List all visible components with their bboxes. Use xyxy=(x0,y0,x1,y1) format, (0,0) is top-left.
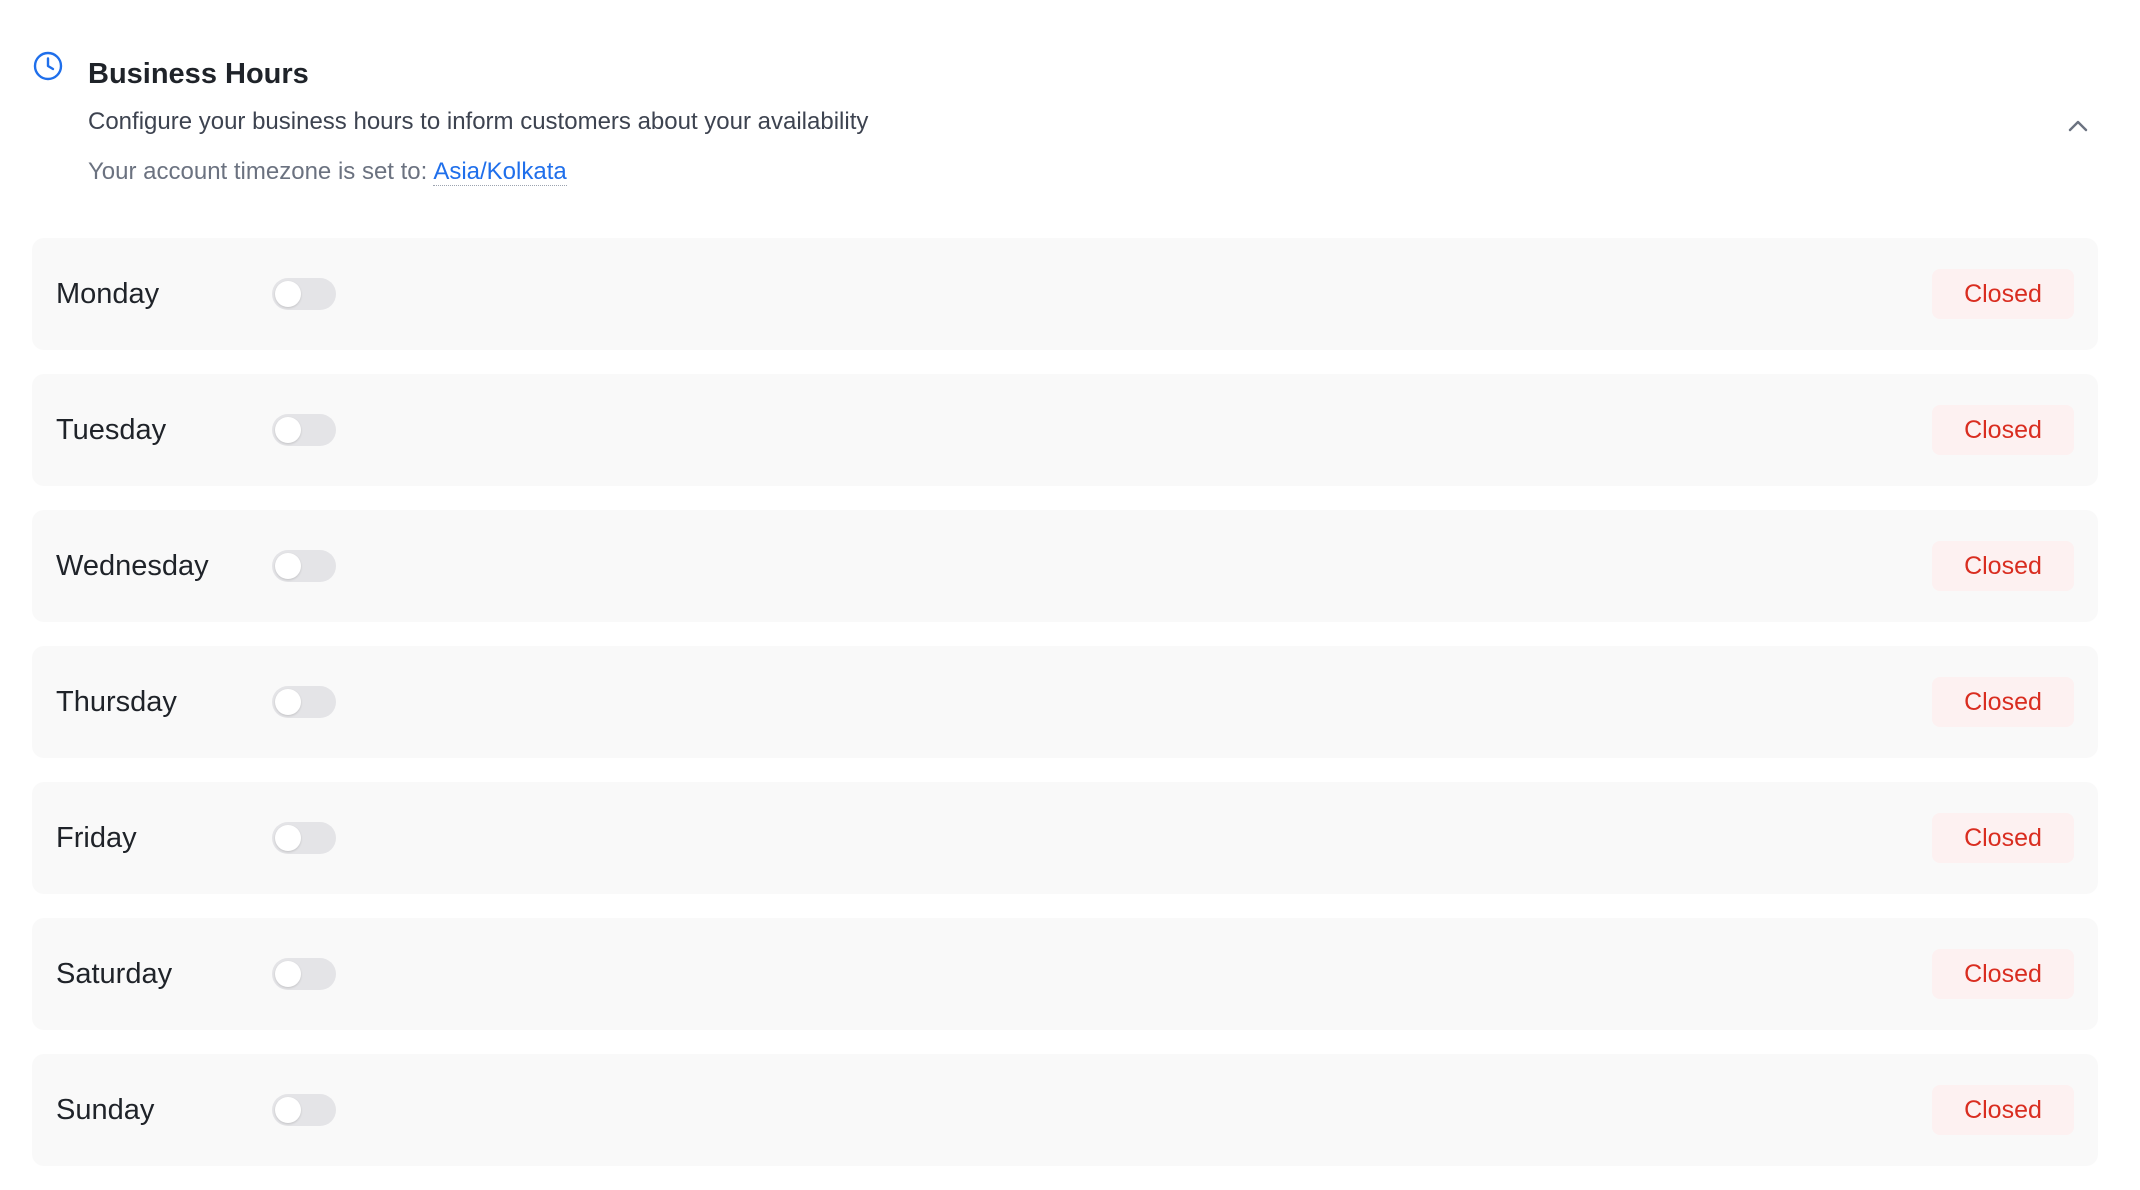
monday-toggle[interactable] xyxy=(272,278,336,310)
status-badge: Closed xyxy=(1932,405,2074,455)
toggle-knob xyxy=(275,553,301,579)
wednesday-toggle[interactable] xyxy=(272,550,336,582)
day-row-tuesday: Tuesday Closed xyxy=(32,374,2098,486)
day-label: Wednesday xyxy=(56,550,209,582)
status-badge: Closed xyxy=(1932,677,2074,727)
status-badge: Closed xyxy=(1932,1085,2074,1135)
day-label: Saturday xyxy=(56,958,173,990)
timezone-link[interactable]: Asia/Kolkata xyxy=(433,158,567,186)
section-title: Business Hours xyxy=(88,58,309,90)
day-row-monday: Monday Closed xyxy=(32,238,2098,350)
timezone-info: Your account timezone is set to: Asia/Kol… xyxy=(88,156,567,188)
day-label: Sunday xyxy=(56,1094,155,1126)
tuesday-toggle[interactable] xyxy=(272,414,336,446)
toggle-knob xyxy=(275,281,301,307)
toggle-knob xyxy=(275,825,301,851)
friday-toggle[interactable] xyxy=(272,822,336,854)
day-row-sunday: Sunday Closed xyxy=(32,1054,2098,1166)
status-badge: Closed xyxy=(1932,949,2074,999)
day-row-thursday: Thursday Closed xyxy=(32,646,2098,758)
toggle-knob xyxy=(275,689,301,715)
chevron-up-icon xyxy=(2065,113,2091,144)
day-row-saturday: Saturday Closed xyxy=(32,918,2098,1030)
day-label: Tuesday xyxy=(56,414,167,446)
sunday-toggle[interactable] xyxy=(272,1094,336,1126)
day-row-friday: Friday Closed xyxy=(32,782,2098,894)
collapse-button[interactable] xyxy=(2058,108,2098,148)
toggle-knob xyxy=(275,417,301,443)
days-list: Monday Closed Tuesday Closed Wednesday C… xyxy=(32,238,2098,1190)
day-row-wednesday: Wednesday Closed xyxy=(32,510,2098,622)
status-badge: Closed xyxy=(1932,541,2074,591)
thursday-toggle[interactable] xyxy=(272,686,336,718)
business-hours-page: Business Hours Configure your business h… xyxy=(0,0,2140,1190)
status-badge: Closed xyxy=(1932,269,2074,319)
section-subtitle: Configure your business hours to inform … xyxy=(88,108,869,135)
day-label: Thursday xyxy=(56,686,177,718)
toggle-knob xyxy=(275,1097,301,1123)
day-label: Friday xyxy=(56,822,137,854)
toggle-knob xyxy=(275,961,301,987)
clock-icon xyxy=(32,50,64,82)
status-badge: Closed xyxy=(1932,813,2074,863)
day-label: Monday xyxy=(56,278,160,310)
timezone-label: Your account timezone is set to: xyxy=(88,158,428,185)
saturday-toggle[interactable] xyxy=(272,958,336,990)
business-hours-header: Business Hours Configure your business h… xyxy=(32,44,2098,204)
